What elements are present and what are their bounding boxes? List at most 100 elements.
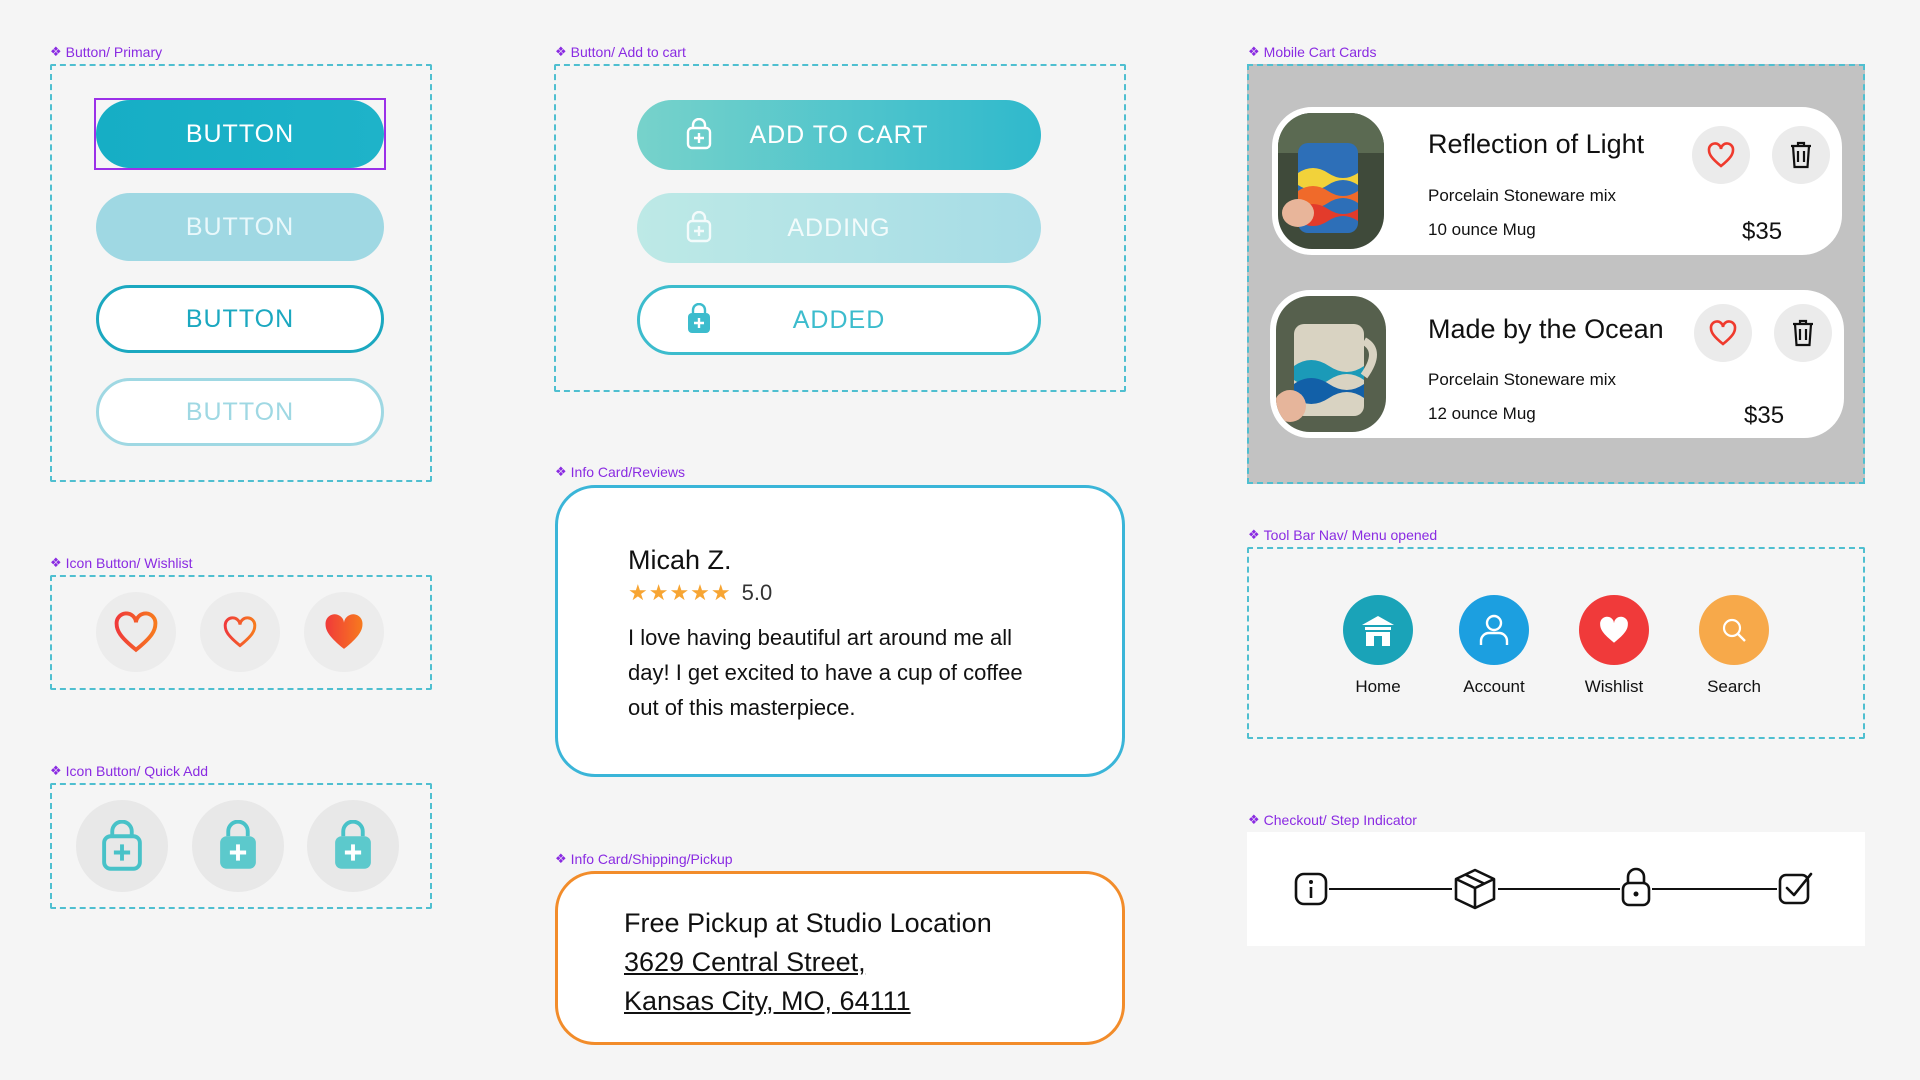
frame-label-text: Icon Button/ Wishlist [65,555,193,571]
cart-item-title: Made by the Ocean [1428,314,1664,344]
box-icon [1454,868,1496,910]
delete-button[interactable] [1772,126,1830,184]
bag-plus-icon [688,303,710,333]
step-payment[interactable] [1620,865,1652,909]
component-icon: ❖ [1248,527,1260,542]
step-track [1309,888,1777,890]
frame-label-wishlist: ❖ Icon Button/ Wishlist [50,555,192,571]
step-confirm[interactable] [1777,870,1813,906]
quick-add-button-filled[interactable] [192,800,284,892]
cart-item-material: Porcelain Stoneware mix [1428,370,1617,389]
cart-item-material: Porcelain Stoneware mix [1428,186,1617,205]
frame-label-toolbar: ❖ Tool Bar Nav/ Menu opened [1248,527,1437,543]
mug-image [1278,113,1384,249]
cart-item-price: $35 [1744,402,1785,429]
component-icon: ❖ [50,44,62,59]
wishlist-icon-button-filled[interactable] [304,592,384,672]
heart-icon [1600,616,1628,643]
nav-label: Search [1707,677,1761,696]
nav-item-account[interactable]: Account [1439,595,1549,697]
cart-item-size: 12 ounce Mug [1428,404,1536,423]
component-icon: ❖ [50,555,62,570]
cart-item-price: $35 [1742,218,1783,245]
bag-plus-icon [335,820,371,869]
heart-icon [114,611,158,653]
component-icon: ❖ [555,464,567,479]
account-icon [1479,614,1509,645]
component-icon: ❖ [1248,812,1260,827]
bag-plus-icon [686,211,712,243]
cart-card[interactable]: Made by the Ocean Porcelain Stoneware mi… [1270,290,1844,438]
heart-icon [1707,142,1735,168]
check-square-icon [1778,872,1813,905]
component-icon: ❖ [555,851,567,866]
lock-icon [1621,867,1651,907]
frame-label-add-to-cart: ❖ Button/ Add to cart [555,44,686,60]
info-icon [1294,872,1328,906]
star-rating: ★★★★★ [628,580,732,605]
cart-item-size: 10 ounce Mug [1428,220,1536,239]
cart-item-title: Reflection of Light [1428,129,1645,159]
frame-label-primary: ❖ Button/ Primary [50,44,162,60]
wishlist-button[interactable] [1692,126,1750,184]
bag-plus-icon [102,820,142,871]
rating-row: ★★★★★ 5.0 [628,580,772,606]
nav-wishlist-circle [1579,595,1649,665]
wishlist-icon-button-large[interactable] [96,592,176,672]
pickup-title: Free Pickup at Studio Location [624,908,992,938]
home-icon [1362,616,1394,646]
frame-label-text: Info Card/Shipping/Pickup [570,851,733,867]
step-indicator [1247,832,1865,946]
pickup-address-line2[interactable]: Kansas City, MO, 64111 [624,986,911,1017]
pickup-address-line1[interactable]: 3629 Central Street, [624,947,866,978]
primary-button-outline-disabled[interactable]: BUTTON [96,378,384,446]
primary-button-filled[interactable]: BUTTON [96,100,384,168]
nav-account-circle [1459,595,1529,665]
quick-add-button-filled-alt[interactable] [307,800,399,892]
primary-button-disabled[interactable]: BUTTON [96,193,384,261]
search-icon [1722,618,1746,642]
frame-label-text: Button/ Primary [65,44,163,60]
nav-label: Wishlist [1584,677,1644,696]
frame-label-mobile-cart: ❖ Mobile Cart Cards [1248,44,1376,60]
frame-label-text: Button/ Add to cart [570,44,686,60]
add-to-cart-button[interactable]: ADD TO CART [637,100,1041,170]
primary-button-outline[interactable]: BUTTON [96,285,384,353]
quick-add-button-outline[interactable] [76,800,168,892]
bag-plus-icon [686,118,712,150]
nav-home-circle [1343,595,1413,665]
nav-item-home[interactable]: Home [1323,595,1433,697]
frame-label-text: Icon Button/ Quick Add [65,763,209,779]
added-button[interactable]: ADDED [637,285,1041,355]
nav-item-wishlist[interactable]: Wishlist [1559,595,1669,697]
component-icon: ❖ [555,44,567,59]
review-card: Micah Z. ★★★★★ 5.0 I love having beautif… [555,485,1125,777]
frame-label-text: Mobile Cart Cards [1263,44,1377,60]
step-info[interactable] [1293,871,1329,907]
step-shipping[interactable] [1452,867,1498,911]
wishlist-icon-button-small[interactable] [200,592,280,672]
review-text: I love having beautiful art around me al… [628,620,1108,725]
nav-item-search[interactable]: Search [1679,595,1789,697]
wishlist-button[interactable] [1694,304,1752,362]
adding-button[interactable]: ADDING [637,193,1041,263]
trash-icon [1793,319,1813,347]
rating-value: 5.0 [741,580,773,605]
heart-icon [223,616,257,648]
frame-label-text: Info Card/Reviews [570,464,686,480]
pickup-card: Free Pickup at Studio Location 3629 Cent… [555,871,1125,1045]
nav-search-circle [1699,595,1769,665]
heart-icon [1709,320,1737,346]
frame-label-text: Checkout/ Step Indicator [1263,812,1417,828]
mug-image [1276,296,1386,432]
trash-icon [1791,141,1811,169]
delete-button[interactable] [1774,304,1832,362]
component-icon: ❖ [50,763,62,778]
component-icon: ❖ [1248,44,1260,59]
reviewer-name: Micah Z. [628,545,732,575]
frame-label-shipping: ❖ Info Card/Shipping/Pickup [555,851,733,867]
review-line: I love having beautiful art around me al… [628,625,1013,650]
cart-card[interactable]: Reflection of Light Porcelain Stoneware … [1272,107,1842,255]
review-line: out of this masterpiece. [628,695,856,720]
nav-label: Account [1463,677,1525,696]
